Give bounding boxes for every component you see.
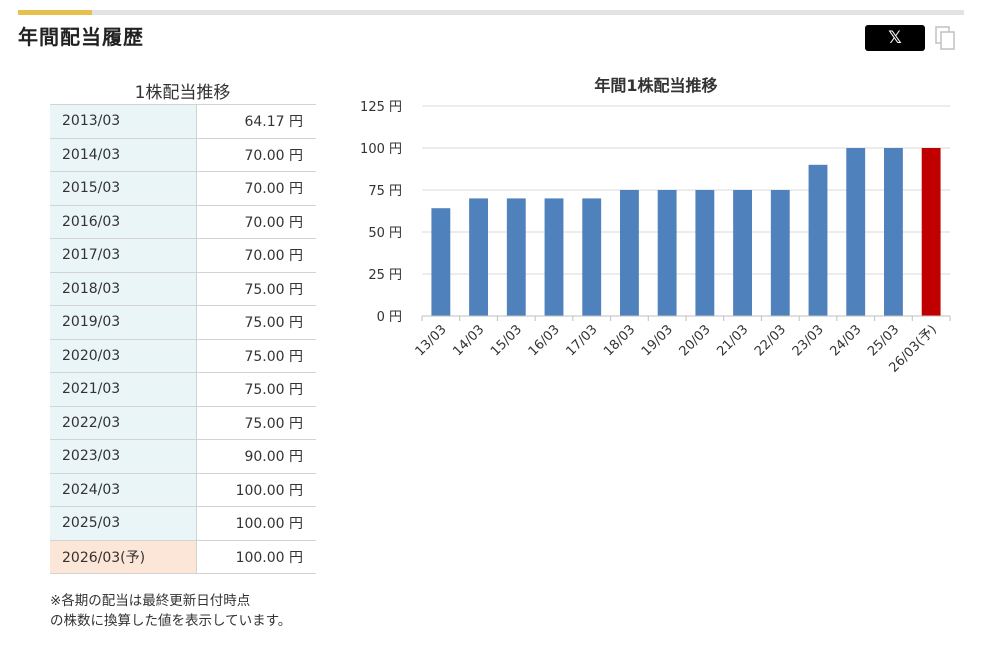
period-cell: 2021/03: [50, 372, 197, 407]
x-tick-label: 14/03: [450, 322, 487, 359]
bar: [846, 148, 866, 316]
section-title: 年間配当履歴: [18, 25, 144, 49]
copy-icon[interactable]: [934, 25, 958, 51]
x-tick-label: 21/03: [714, 322, 751, 359]
y-tick-label: 125 円: [360, 100, 402, 115]
y-tick-label: 25 円: [368, 268, 402, 283]
y-tick-label: 50 円: [368, 226, 402, 241]
section-top-bar-accent: [18, 10, 92, 15]
period-cell: 2018/03: [50, 272, 197, 306]
x-tick-label: 18/03: [601, 322, 638, 359]
bar: [469, 198, 488, 316]
bar: [733, 190, 752, 316]
period-cell: 2016/03: [50, 205, 197, 239]
note: ※各期の配当は最終更新日付時点 の株数に換算した値を表示しています。: [50, 591, 291, 631]
amount-cell: 100.00 円: [196, 473, 316, 507]
period-cell: 2015/03: [50, 171, 197, 206]
period-cell: 2025/03: [50, 506, 197, 541]
x-tick-label: 16/03: [526, 322, 563, 359]
amount-cell: 70.00 円: [196, 238, 316, 273]
x-tick-label: 15/03: [488, 322, 525, 359]
table-row: 2018/03 75.00 円: [50, 272, 316, 306]
period-cell: 2024/03: [50, 473, 197, 507]
period-cell: 2026/03(予): [50, 540, 197, 574]
period-cell: 2022/03: [50, 406, 197, 440]
bar: [884, 148, 903, 316]
period-cell: 2017/03: [50, 238, 197, 273]
amount-cell: 64.17 円: [196, 104, 316, 139]
bar: [695, 190, 715, 316]
bar: [544, 198, 564, 316]
x-tick-label: 24/03: [827, 322, 864, 359]
amount-cell: 75.00 円: [196, 372, 316, 407]
dividend-table-caption: 1株配当推移: [134, 83, 231, 103]
x-share-button[interactable]: 𝕏: [865, 25, 925, 51]
table-row: 2021/03 75.00 円: [50, 372, 316, 407]
amount-cell: 75.00 円: [196, 272, 316, 306]
table-row: 2015/03 70.00 円: [50, 171, 316, 206]
bar: [582, 198, 602, 316]
x-tick-label: 20/03: [677, 322, 714, 359]
chart-title: 年間1株配当推移: [594, 76, 717, 95]
period-cell: 2023/03: [50, 439, 197, 474]
bar: [506, 198, 526, 316]
amount-cell: 70.00 円: [196, 205, 316, 239]
table-row: 2016/03 70.00 円: [50, 205, 316, 239]
dividend-table: 2013/03 64.17 円 2014/03 70.00 円 2015/03 70.00…: [50, 104, 316, 574]
amount-cell: 70.00 円: [196, 171, 316, 206]
table-row: 2025/03 100.00 円: [50, 506, 316, 541]
table-row: 2019/03 75.00 円: [50, 305, 316, 340]
amount-cell: 70.00 円: [196, 138, 316, 172]
bar: [620, 190, 639, 316]
period-cell: 2013/03: [50, 104, 197, 139]
amount-cell: 100.00 円: [196, 506, 316, 541]
note-line-1: ※各期の配当は最終更新日付時点: [50, 593, 251, 609]
table-row: 2013/03 64.17 円: [50, 104, 316, 139]
x-tick-label: 13/03: [413, 322, 450, 359]
table-row: 2024/03 100.00 円: [50, 473, 316, 507]
table-row: 2023/03 90.00 円: [50, 439, 316, 474]
table-row: 2026/03(予) 100.00 円: [50, 540, 316, 574]
table-row: 2014/03 70.00 円: [50, 138, 316, 172]
amount-cell: 100.00 円: [196, 540, 316, 574]
table-row: 2020/03 75.00 円: [50, 339, 316, 373]
period-cell: 2019/03: [50, 305, 197, 340]
bar: [770, 190, 790, 316]
y-tick-label: 100 円: [360, 142, 402, 157]
bar: [431, 208, 451, 316]
bar: [921, 148, 941, 316]
section-top-bar: [18, 10, 964, 15]
table-row: 2022/03 75.00 円: [50, 406, 316, 440]
bar: [657, 190, 677, 316]
period-cell: 2020/03: [50, 339, 197, 373]
amount-cell: 75.00 円: [196, 305, 316, 340]
y-tick-label: 75 円: [368, 184, 402, 199]
x-tick-label: 23/03: [790, 322, 827, 359]
bar: [808, 164, 828, 316]
period-cell: 2014/03: [50, 138, 197, 172]
x-tick-label: 22/03: [752, 322, 789, 359]
amount-cell: 75.00 円: [196, 339, 316, 373]
amount-cell: 75.00 円: [196, 406, 316, 440]
x-logo-icon: 𝕏: [888, 28, 902, 48]
amount-cell: 90.00 円: [196, 439, 316, 474]
dividend-bar-chart: 年間1株配当推移 0 円 25 円 50 円 75 円 100 円 125 円 13/03 14…: [360, 76, 951, 376]
table-row: 2017/03 70.00 円: [50, 238, 316, 273]
y-tick-label: 0 円: [377, 310, 402, 325]
note-line-2: の株数に換算した値を表示しています。: [50, 613, 292, 629]
x-tick-label: 17/03: [563, 322, 600, 359]
x-tick-label: 19/03: [639, 322, 676, 359]
